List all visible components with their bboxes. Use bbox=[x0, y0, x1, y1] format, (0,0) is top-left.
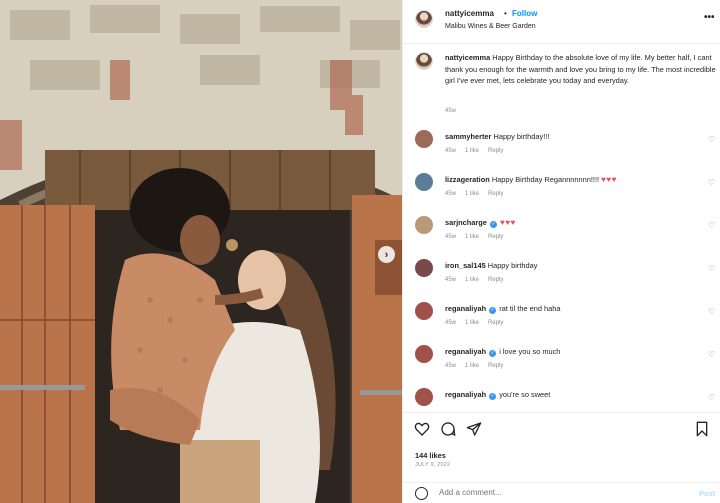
comment-likes[interactable]: 1 like bbox=[465, 277, 479, 283]
comment-username[interactable]: sammyherter bbox=[445, 132, 491, 141]
comment-username[interactable]: iron_sal145 bbox=[445, 261, 486, 270]
comment-avatar[interactable] bbox=[415, 259, 433, 277]
heart-icon[interactable]: ♡ bbox=[708, 307, 715, 316]
comment-time: 45w bbox=[445, 277, 457, 283]
heart-icon[interactable]: ♡ bbox=[708, 178, 715, 187]
bookmark-icon[interactable] bbox=[694, 421, 710, 437]
comment-username[interactable]: reganaliyah bbox=[445, 304, 486, 313]
comment-username[interactable]: sarjncharge bbox=[445, 218, 487, 227]
follow-button[interactable]: Follow bbox=[512, 9, 537, 18]
header-username[interactable]: nattyicemma bbox=[445, 9, 494, 18]
more-options-icon[interactable]: ••• bbox=[704, 12, 715, 23]
verified-badge-icon: ✓ bbox=[489, 307, 497, 314]
post-details-panel: nattyicemma • Follow Malibu Wines & Beer… bbox=[402, 0, 720, 503]
comment-username[interactable]: lizzageration bbox=[445, 175, 490, 184]
reply-button[interactable]: Reply bbox=[488, 234, 503, 240]
comment-username[interactable]: reganaliyah bbox=[445, 347, 486, 356]
emoji-icon[interactable] bbox=[415, 487, 428, 500]
comment-avatar[interactable] bbox=[415, 388, 433, 406]
likes-count[interactable]: 144 likes bbox=[415, 451, 446, 460]
separator-dot: • bbox=[504, 9, 507, 18]
comment-likes[interactable]: 1 like bbox=[465, 363, 479, 369]
comment-avatar[interactable] bbox=[415, 173, 433, 191]
heart-icon[interactable]: ♡ bbox=[708, 221, 715, 230]
reply-button[interactable]: Reply bbox=[488, 148, 503, 154]
hearts-emoji: ♥♥♥ bbox=[500, 218, 516, 227]
caption-username[interactable]: nattyicemma bbox=[445, 53, 490, 62]
reply-button[interactable]: Reply bbox=[488, 320, 503, 326]
comment-text: Happy Birthday Regannnnnnn!!!! bbox=[491, 175, 600, 184]
heart-icon[interactable]: ♡ bbox=[708, 350, 715, 359]
comment-avatar[interactable] bbox=[415, 302, 433, 320]
post-photo[interactable]: › bbox=[0, 0, 402, 503]
comment-time: 45w bbox=[445, 363, 457, 369]
comment-avatar[interactable] bbox=[415, 345, 433, 363]
heart-icon[interactable] bbox=[414, 421, 430, 437]
reply-button[interactable]: Reply bbox=[488, 363, 503, 369]
comment-text: i love you so much bbox=[499, 347, 561, 356]
location-link[interactable]: Malibu Wines & Beer Garden bbox=[445, 23, 536, 30]
comment-time: 45w bbox=[445, 234, 457, 240]
heart-icon[interactable]: ♡ bbox=[708, 264, 715, 273]
comment-likes[interactable]: 1 like bbox=[465, 234, 479, 240]
add-comment-row: Post bbox=[403, 482, 720, 503]
comment-text: Happy birthday!!! bbox=[493, 132, 550, 141]
comment-time: 45w bbox=[445, 320, 457, 326]
post-date: JULY 9, 2022 bbox=[415, 462, 451, 468]
avatar[interactable] bbox=[415, 10, 433, 28]
comment-item: iron_sal145 Happy birthday 45w 1 like Repl… bbox=[403, 253, 720, 296]
comment-item: reganaliyah ✓ i love you so much 45w 1 li… bbox=[403, 339, 720, 382]
post-button[interactable]: Post bbox=[699, 489, 715, 498]
comment-item: sarjncharge ✓ ♥♥♥ 45w 1 like Reply ♡ bbox=[403, 210, 720, 253]
caption-avatar[interactable] bbox=[415, 52, 433, 70]
comment-text: you're so sweet bbox=[499, 390, 551, 399]
add-comment-input[interactable] bbox=[439, 488, 659, 497]
comment-text: rat til the end haha bbox=[499, 304, 561, 313]
share-icon[interactable] bbox=[466, 421, 482, 437]
comment-text: Happy birthday bbox=[487, 261, 538, 270]
comment-item: reganaliyah ✓ rat til the end haha 45w 1 … bbox=[403, 296, 720, 339]
comment-likes[interactable]: 1 like bbox=[465, 191, 479, 197]
photo-illustration bbox=[0, 0, 402, 503]
next-photo-button[interactable]: › bbox=[378, 246, 395, 263]
comment-time: 45w bbox=[445, 148, 457, 154]
comment-likes[interactable]: 1 like bbox=[465, 148, 479, 154]
reply-button[interactable]: Reply bbox=[488, 277, 503, 283]
caption-text: nattyicemma Happy Birthday to the absolu… bbox=[445, 52, 717, 87]
comment-avatar[interactable] bbox=[415, 216, 433, 234]
comment-username[interactable]: reganaliyah bbox=[445, 390, 486, 399]
heart-icon[interactable]: ♡ bbox=[708, 135, 715, 144]
comment-avatar[interactable] bbox=[415, 130, 433, 148]
verified-badge-icon: ✓ bbox=[489, 350, 497, 357]
comment-icon[interactable] bbox=[440, 421, 456, 437]
heart-icon[interactable]: ♡ bbox=[708, 393, 715, 402]
caption-time: 45w bbox=[445, 108, 457, 114]
reply-button[interactable]: Reply bbox=[488, 191, 503, 197]
hearts-emoji: ♥♥♥ bbox=[601, 175, 617, 184]
action-bar: 144 likes JULY 9, 2022 Post bbox=[403, 412, 720, 503]
comment-item: sammyherter Happy birthday!!! 45w 1 like R… bbox=[403, 124, 720, 167]
post-header: nattyicemma • Follow Malibu Wines & Beer… bbox=[403, 0, 720, 44]
comment-likes[interactable]: 1 like bbox=[465, 320, 479, 326]
comment-time: 45w bbox=[445, 191, 457, 197]
comment-item: lizzageration Happy Birthday Regannnnnnn… bbox=[403, 167, 720, 210]
verified-badge-icon: ✓ bbox=[489, 221, 497, 228]
verified-badge-icon: ✓ bbox=[489, 393, 497, 400]
